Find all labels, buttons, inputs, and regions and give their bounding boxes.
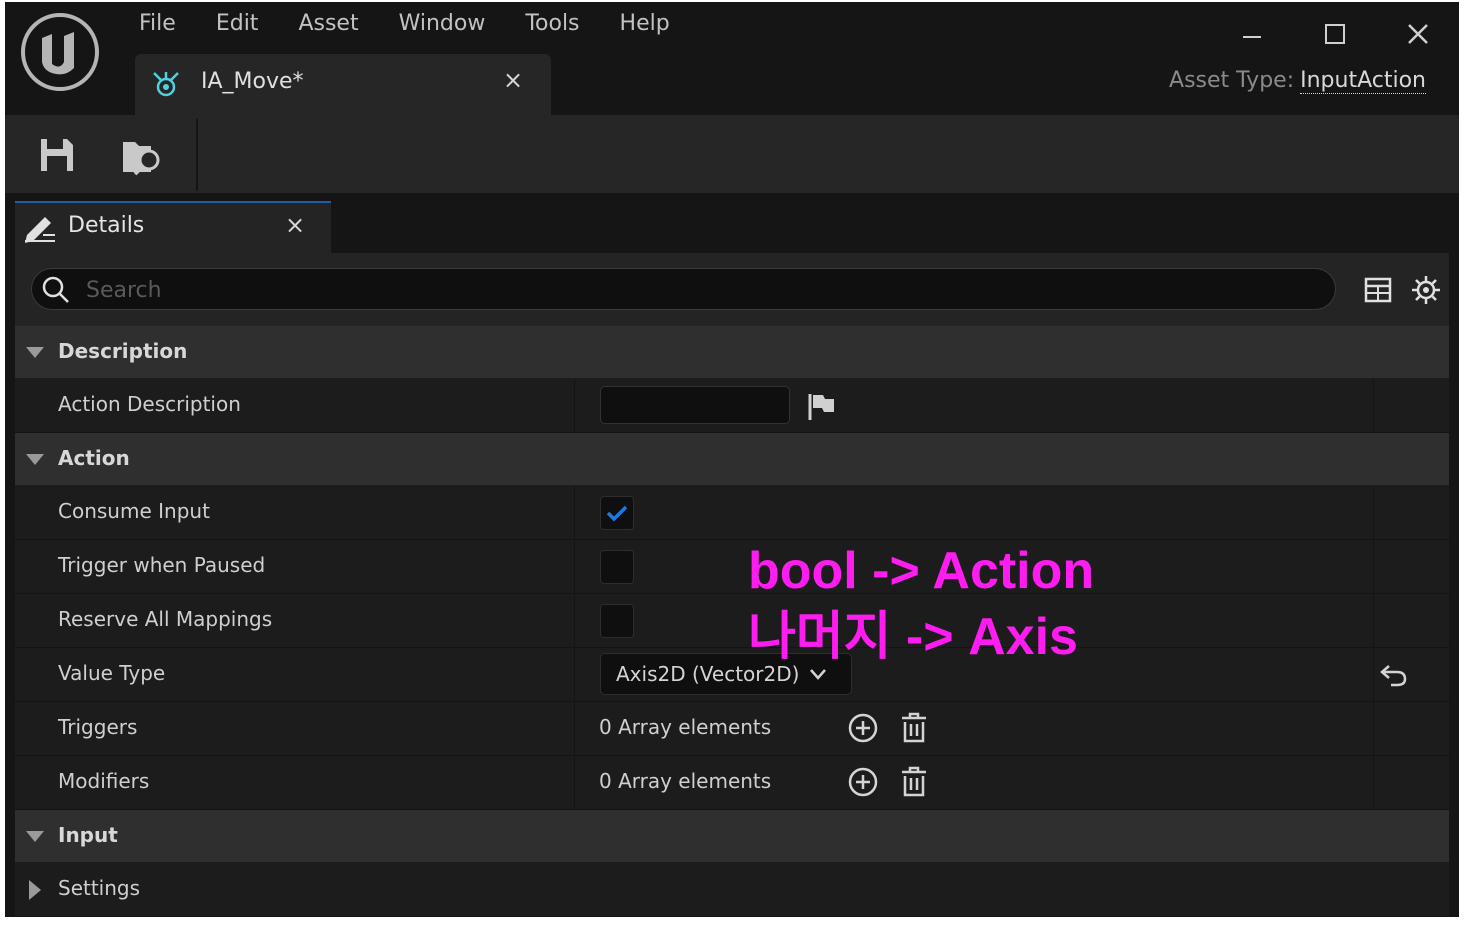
reset-cell (1373, 379, 1450, 432)
document-tab[interactable]: IA_Move* × (135, 54, 551, 115)
chevron-down-icon (26, 454, 44, 465)
menu-edit[interactable]: Edit (200, 8, 283, 40)
category-label: Description (58, 339, 188, 363)
minimize-icon (1242, 36, 1261, 38)
menu-help[interactable]: Help (604, 8, 694, 40)
details-tab-label: Details (68, 213, 145, 238)
save-icon (41, 139, 73, 171)
localization-flag-icon[interactable] (807, 392, 837, 420)
menu-asset[interactable]: Asset (282, 8, 382, 40)
browse-asset-button[interactable] (121, 133, 165, 177)
consume-input-checkbox[interactable] (600, 496, 634, 530)
details-pencil-icon (23, 211, 57, 247)
details-tab-close-button[interactable]: × (285, 211, 305, 239)
chevron-down-icon (26, 347, 44, 358)
property-rows: Description Action Description Action Co… (15, 326, 1449, 917)
category-input[interactable]: Input (15, 810, 1449, 863)
property-label: Trigger when Paused (58, 553, 266, 577)
details-panel: Description Action Description Action Co… (15, 253, 1449, 917)
action-description-field[interactable] (600, 386, 790, 424)
close-window-button[interactable] (1376, 14, 1459, 54)
settings-button[interactable] (1409, 273, 1443, 307)
property-label: Reserve All Mappings (58, 607, 273, 631)
category-description[interactable]: Description (15, 326, 1449, 379)
row-settings[interactable]: Settings (15, 863, 1449, 917)
category-action[interactable]: Action (15, 433, 1449, 486)
toolbar-separator (196, 119, 198, 191)
asset-type-link[interactable]: InputAction (1300, 68, 1426, 94)
trash-icon[interactable] (899, 766, 929, 798)
annotation-line-1: bool -> Action (748, 542, 1095, 600)
annotation-line-2: 나머지 -> Axis (748, 608, 1078, 666)
category-label: Input (58, 823, 118, 847)
asset-type: Asset Type: InputAction (1169, 68, 1426, 94)
search-input[interactable] (84, 273, 1318, 307)
property-label: Settings (58, 876, 141, 900)
row-action-description: Action Description (15, 379, 1449, 433)
minimize-button[interactable] (1210, 14, 1293, 54)
trigger-when-paused-checkbox[interactable] (600, 550, 634, 584)
toolbar (5, 115, 1459, 193)
menu-tools[interactable]: Tools (509, 8, 603, 40)
reset-cell (1373, 486, 1450, 539)
search-box (31, 268, 1336, 310)
menu-file[interactable]: File (123, 8, 200, 40)
triggers-count: 0 Array elements (599, 715, 772, 739)
property-matrix-button[interactable] (1361, 273, 1395, 307)
property-label: Triggers (58, 715, 138, 739)
gear-icon (1412, 276, 1440, 304)
table-icon (1364, 277, 1392, 303)
checkmark-icon (606, 505, 628, 522)
browse-asset-icon (123, 142, 160, 176)
asset-type-label: Asset Type: (1169, 68, 1295, 93)
search-icon (42, 276, 69, 303)
document-tab-close-button[interactable]: × (503, 66, 523, 94)
close-icon (1407, 24, 1428, 44)
input-action-icon (151, 70, 181, 102)
reset-cell (1373, 540, 1450, 593)
row-modifiers: Modifiers 0 Array elements (15, 756, 1449, 810)
save-button[interactable] (35, 133, 79, 177)
maximize-button[interactable] (1293, 14, 1376, 54)
trash-icon[interactable] (899, 712, 929, 744)
editor-window: File Edit Asset Window Tools Help IA_Mov… (5, 2, 1459, 917)
row-consume-input: Consume Input (15, 486, 1449, 540)
details-tab[interactable]: Details × (15, 201, 331, 253)
reset-cell (1373, 702, 1450, 755)
title-bar: File Edit Asset Window Tools Help IA_Mov… (5, 2, 1459, 115)
reset-to-default-icon[interactable] (1379, 662, 1409, 688)
property-label: Action Description (58, 392, 241, 416)
chevron-down-icon (26, 831, 44, 842)
add-element-icon[interactable] (847, 766, 879, 798)
add-element-icon[interactable] (847, 712, 879, 744)
modifiers-count: 0 Array elements (599, 769, 772, 793)
row-value-type: Value Type Axis2D (Vector2D) (15, 648, 1449, 702)
property-label: Modifiers (58, 769, 150, 793)
maximize-icon (1324, 24, 1345, 44)
unreal-logo-icon[interactable] (20, 12, 100, 92)
reset-cell (1373, 594, 1450, 647)
chevron-right-icon[interactable] (27, 879, 43, 901)
row-triggers: Triggers 0 Array elements (15, 702, 1449, 756)
menu-bar: File Edit Asset Window Tools Help (123, 8, 694, 40)
reserve-all-mappings-checkbox[interactable] (600, 604, 634, 638)
row-trigger-when-paused: Trigger when Paused (15, 540, 1449, 594)
reset-cell (1373, 756, 1450, 809)
search-row (15, 253, 1449, 326)
overlay-annotation: bool -> Action 나머지 -> Axis (748, 538, 1094, 670)
category-label: Action (58, 446, 130, 470)
document-tab-label: IA_Move* (201, 69, 304, 94)
menu-window[interactable]: Window (383, 8, 510, 40)
row-reserve-all-mappings: Reserve All Mappings (15, 594, 1449, 648)
window-controls (1210, 14, 1459, 54)
property-label: Consume Input (58, 499, 210, 523)
property-label: Value Type (58, 661, 166, 685)
